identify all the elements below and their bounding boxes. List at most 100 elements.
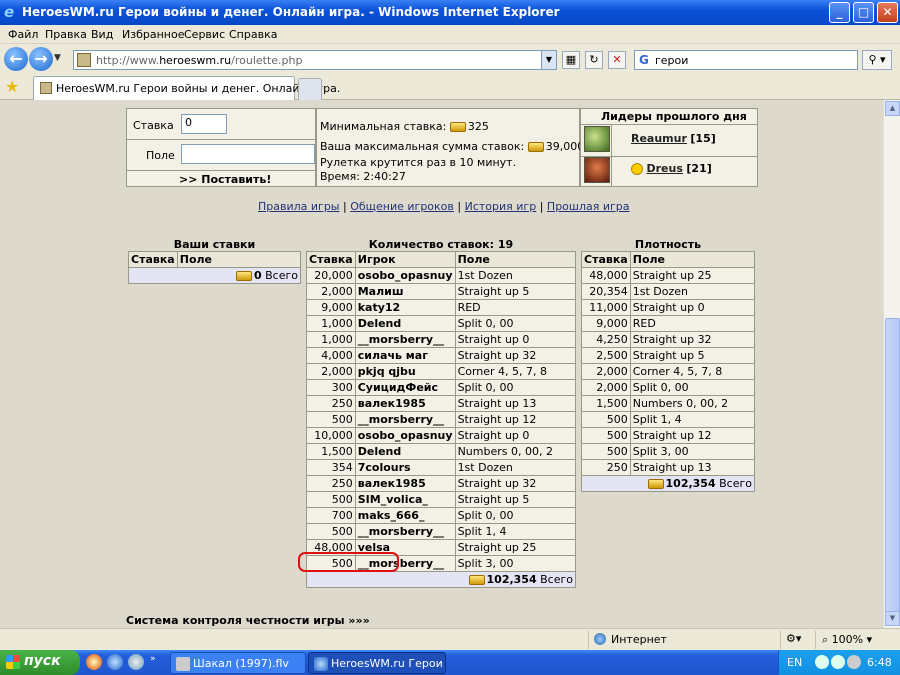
- menu-tools[interactable]: Сервис: [184, 28, 225, 41]
- table-row: 2,000 Малиш Straight up 5: [306, 283, 577, 300]
- compat-view-icon[interactable]: ▦: [562, 51, 580, 69]
- menu-edit[interactable]: Правка: [45, 28, 87, 41]
- menu-view[interactable]: Вид: [91, 28, 113, 41]
- bet-player[interactable]: __morsberry__: [354, 411, 456, 428]
- address-input[interactable]: http://www.heroeswm.ru/roulette.php ▼: [73, 50, 557, 70]
- density-field: Straight up 25: [629, 267, 756, 284]
- scroll-thumb[interactable]: [885, 318, 900, 614]
- leaders-title: Лидеры прошлого дня: [601, 110, 747, 123]
- bet-player[interactable]: силачь маг: [354, 347, 456, 364]
- taskbar-item-video[interactable]: Шакал (1997).flv: [170, 652, 306, 674]
- language-indicator[interactable]: EN: [787, 656, 802, 669]
- bet-player[interactable]: Delend: [354, 443, 456, 460]
- bet-player[interactable]: SIM_volica_: [354, 491, 456, 508]
- menu-favorites[interactable]: Избранное: [122, 28, 184, 41]
- protected-mode-icon[interactable]: ⚙▾: [786, 632, 801, 645]
- bet-field: RED: [454, 299, 577, 316]
- network-tray-icon[interactable]: [815, 655, 829, 669]
- address-dropdown-icon[interactable]: ▼: [541, 51, 556, 69]
- ie-quicklaunch-icon[interactable]: [107, 654, 123, 670]
- chat-link[interactable]: Общение игроков: [350, 200, 454, 213]
- forward-arrow-icon[interactable]: →: [29, 47, 53, 71]
- tray-icon[interactable]: [831, 655, 845, 669]
- browser-quicklaunch-icon[interactable]: [86, 654, 102, 670]
- last-game-link[interactable]: Прошлая игра: [547, 200, 630, 213]
- window-titlebar: e HeroesWM.ru Герои войны и денег. Онлай…: [0, 0, 900, 25]
- your-bets-table: Ставка Поле 0 Всего: [128, 251, 302, 284]
- zone-label: Интернет: [611, 633, 667, 646]
- table-row: 48,000 Straight up 25: [581, 267, 756, 284]
- desktop-quicklaunch-icon[interactable]: [128, 654, 144, 670]
- bet-player[interactable]: pkjq qjbu: [354, 363, 456, 380]
- gold-icon: [468, 575, 485, 585]
- vertical-scrollbar[interactable]: ▲ ▼: [883, 100, 900, 628]
- refresh-icon[interactable]: ↻: [585, 51, 603, 69]
- bet-player[interactable]: osobo_opasnuy: [354, 427, 456, 444]
- density-stake: 20,354: [581, 283, 631, 300]
- quicklaunch-expand-icon[interactable]: »: [150, 654, 156, 664]
- bet-player[interactable]: __morsberry__: [354, 331, 456, 348]
- density-stake: 2,000: [581, 379, 631, 396]
- scroll-down-icon[interactable]: ▼: [885, 611, 900, 626]
- stake-input[interactable]: 0: [181, 114, 227, 134]
- bet-player[interactable]: __morsberry__: [354, 523, 456, 540]
- favorites-star-icon[interactable]: ★: [5, 77, 19, 96]
- table-row: 500 Split 1, 4: [581, 411, 756, 428]
- search-input[interactable]: G герои: [634, 50, 858, 70]
- table-row: 500 __morsberry__ Straight up 12: [306, 411, 577, 428]
- bet-player[interactable]: katy12: [354, 299, 456, 316]
- table-row: 2,500 Straight up 5: [581, 347, 756, 364]
- bet-player[interactable]: 7colours: [354, 459, 456, 476]
- menu-help[interactable]: Справка: [229, 28, 277, 41]
- bet-player[interactable]: валек1985: [354, 395, 456, 412]
- bet-player[interactable]: maks_666_: [354, 507, 456, 524]
- video-app-icon: [176, 657, 190, 671]
- bet-stake: 354: [306, 459, 356, 476]
- menu-file[interactable]: Файл: [8, 28, 38, 41]
- bet-player[interactable]: Малиш: [354, 283, 456, 300]
- address-toolbar: ← → ▼ http://www.heroeswm.ru/roulette.ph…: [0, 44, 900, 74]
- minimize-button[interactable]: _: [829, 2, 850, 23]
- zoom-level[interactable]: ⌕ 100% ▾: [822, 633, 872, 647]
- leader-avatar: [584, 157, 610, 183]
- place-bet-button[interactable]: >> Поставить!: [179, 173, 271, 186]
- stop-icon[interactable]: ✕: [608, 51, 626, 69]
- game-links: Правила игры | Общение игроков | История…: [258, 200, 630, 213]
- volume-icon[interactable]: [847, 655, 861, 669]
- bet-stake: 250: [306, 475, 356, 492]
- bet-player[interactable]: Delend: [354, 315, 456, 332]
- bet-field: Split 0, 00: [454, 379, 577, 396]
- maximize-button[interactable]: □: [853, 2, 874, 23]
- field-input[interactable]: [181, 144, 315, 164]
- bet-field: Split 1, 4: [454, 523, 577, 540]
- bet-form-panel: Ставка 0 Поле >> Поставить!: [126, 108, 316, 187]
- search-button[interactable]: ⚲ ▾: [862, 50, 892, 70]
- table-row: 11,000 Straight up 0: [581, 299, 756, 316]
- rules-link[interactable]: Правила игры: [258, 200, 340, 213]
- close-button[interactable]: ✕: [877, 2, 898, 23]
- history-dropdown-icon[interactable]: ▼: [54, 53, 61, 63]
- back-arrow-icon[interactable]: ←: [4, 47, 28, 71]
- bet-stake: 20,000: [306, 267, 356, 284]
- taskbar-item-ie[interactable]: HeroesWM.ru Герои ...: [308, 652, 446, 674]
- max-sum: Ваша максимальная сумма ставок: 39,000: [320, 140, 585, 153]
- leader-1[interactable]: Reaumur [15]: [631, 132, 716, 145]
- table-row: 20,354 1st Dozen: [581, 283, 756, 300]
- bet-player[interactable]: СуицидФейс: [354, 379, 456, 396]
- density-field: Straight up 0: [629, 299, 756, 316]
- scroll-up-icon[interactable]: ▲: [885, 101, 900, 116]
- new-tab-button[interactable]: [298, 78, 322, 100]
- bet-field: Split 3, 00: [454, 555, 577, 572]
- fairness-link[interactable]: Система контроля честности игры »»»: [126, 614, 370, 627]
- density-field: Straight up 5: [629, 347, 756, 364]
- leader-2[interactable]: Dreus [21]: [631, 162, 712, 175]
- bet-field: Straight up 5: [454, 283, 577, 300]
- start-button[interactable]: пуск: [0, 650, 80, 675]
- bet-field: Straight up 5: [454, 491, 577, 508]
- history-link[interactable]: История игр: [465, 200, 537, 213]
- field-label: Поле: [146, 149, 175, 162]
- tab-heroeswm[interactable]: HeroesWM.ru Герои войны и денег. Онлайн …: [33, 76, 340, 100]
- density-stake: 48,000: [581, 267, 631, 284]
- bet-player[interactable]: валек1985: [354, 475, 456, 492]
- bet-player[interactable]: osobo_opasnuy: [354, 267, 456, 284]
